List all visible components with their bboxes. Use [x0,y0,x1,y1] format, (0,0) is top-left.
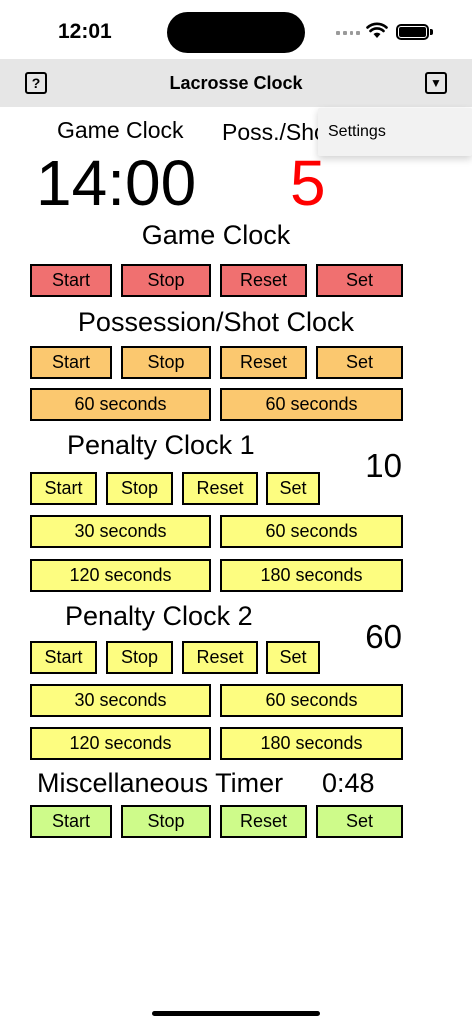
home-indicator [152,1011,320,1016]
menu-item-settings[interactable]: Settings [328,123,386,141]
misc-timer-value: 0:48 [322,768,375,798]
game-stop-button[interactable]: Stop [121,264,211,297]
status-time: 12:01 [58,20,112,43]
game-reset-button[interactable]: Reset [220,264,307,297]
possession-preset-60b-button[interactable]: 60 seconds [220,388,403,421]
penalty1-set-button[interactable]: Set [266,472,320,505]
penalty2-preset-180-button[interactable]: 180 seconds [220,727,403,760]
penalty1-preset-60-button[interactable]: 60 seconds [220,515,403,548]
penalty1-reset-button[interactable]: Reset [182,472,258,505]
penalty2-stop-button[interactable]: Stop [106,641,173,674]
penalty2-preset-120-button[interactable]: 120 seconds [30,727,211,760]
possession-set-button[interactable]: Set [316,346,403,379]
penalty1-preset-120-button[interactable]: 120 seconds [30,559,211,592]
game-clock-title: Game Clock [141,220,291,250]
possession-reset-button[interactable]: Reset [220,346,307,379]
possession-clock-label: Poss./Shot Clock [222,119,318,145]
penalty2-set-button[interactable]: Set [266,641,320,674]
misc-reset-button[interactable]: Reset [220,805,307,838]
penalty-clock-1-value: 10 [365,447,402,484]
battery-icon [396,24,429,40]
penalty1-preset-180-button[interactable]: 180 seconds [220,559,403,592]
penalty-clock-1-title: Penalty Clock 1 [67,430,255,460]
dynamic-island [167,12,305,53]
game-clock-label: Game Clock [57,117,184,143]
penalty2-start-button[interactable]: Start [30,641,97,674]
game-set-button[interactable]: Set [316,264,403,297]
penalty1-stop-button[interactable]: Stop [106,472,173,505]
possession-stop-button[interactable]: Stop [121,346,211,379]
penalty1-start-button[interactable]: Start [30,472,97,505]
penalty2-reset-button[interactable]: Reset [182,641,258,674]
menu-button[interactable]: ▼ [425,72,447,94]
misc-timer-title: Miscellaneous Timer [37,768,284,798]
game-clock-display: 14:00 [36,147,197,219]
possession-clock-title: Possession/Shot Clock [77,307,355,337]
penalty1-preset-30-button[interactable]: 30 seconds [30,515,211,548]
possession-preset-60-button[interactable]: 60 seconds [30,388,211,421]
page-title: Lacrosse Clock [169,73,303,93]
misc-stop-button[interactable]: Stop [121,805,211,838]
misc-start-button[interactable]: Start [30,805,112,838]
penalty2-preset-60-button[interactable]: 60 seconds [220,684,403,717]
possession-clock-display: 5 [290,147,326,219]
penalty2-preset-30-button[interactable]: 30 seconds [30,684,211,717]
game-start-button[interactable]: Start [30,264,112,297]
wifi-icon [366,22,388,38]
penalty-clock-2-title: Penalty Clock 2 [65,601,253,631]
battery-tip [430,29,433,35]
misc-set-button[interactable]: Set [316,805,403,838]
cellular-signal-icon [336,31,360,37]
triangle-down-icon: ▼ [430,76,442,90]
possession-start-button[interactable]: Start [30,346,112,379]
penalty-clock-2-value: 60 [365,618,402,655]
